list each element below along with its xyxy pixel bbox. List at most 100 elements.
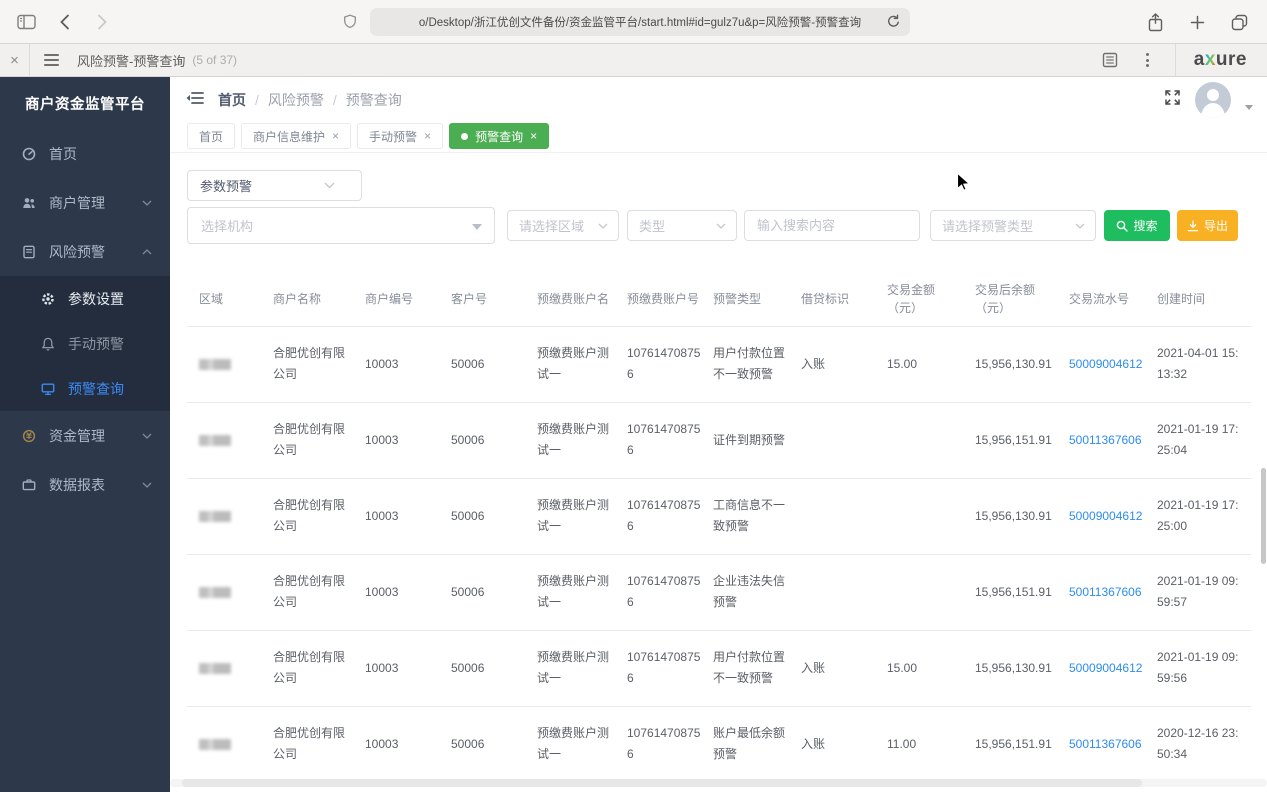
- app-title: 商户资金监管平台: [25, 96, 145, 113]
- sidebar-item-data-reports[interactable]: 数据报表: [0, 460, 170, 509]
- breadcrumb-query[interactable]: 预警查询: [346, 90, 402, 110]
- search-input-wrap: [744, 210, 920, 241]
- cell-created: 2020-12-16 23:50:34: [1157, 706, 1251, 783]
- cell-warning-type: 证件到期预警: [713, 402, 801, 479]
- table-row[interactable]: 合肥优创有限公司 10003 50006 预缴费账户测试一 1076147087…: [187, 478, 1251, 555]
- col-balance: 交易后余额（元）: [975, 272, 1069, 327]
- warning-type-select[interactable]: 请选择预警类型: [930, 210, 1096, 241]
- table-row[interactable]: 合肥优创有限公司 10003 50006 预缴费账户测试一 1076147087…: [187, 630, 1251, 707]
- avatar-caret-icon[interactable]: [1245, 104, 1253, 110]
- chevron-down-icon: [142, 482, 152, 488]
- cell-account-name: 预缴费账户测试一: [537, 554, 627, 631]
- table-row[interactable]: 合肥优创有限公司 10003 50006 预缴费账户测试一 1076147087…: [187, 402, 1251, 479]
- dashboard-icon: [22, 147, 36, 160]
- axure-logo: a x ure: [1174, 43, 1267, 77]
- back-icon[interactable]: [54, 12, 74, 32]
- sidebar-item-fund-mgmt[interactable]: 资金管理: [0, 411, 170, 460]
- close-icon[interactable]: ×: [332, 129, 339, 143]
- serial-link[interactable]: 50011367606: [1069, 585, 1142, 599]
- coin-icon: [22, 429, 36, 442]
- chevron-down-icon: [142, 433, 152, 439]
- address-url: o/Desktop/浙江优创文件备份/资金监管平台/start.html#id=…: [418, 17, 862, 29]
- org-select[interactable]: 选择机构: [187, 207, 495, 244]
- tab-home[interactable]: 首页: [187, 123, 236, 149]
- col-warning-type: 预警类型: [713, 272, 801, 327]
- cell-debit-flag: 入账: [801, 326, 887, 403]
- sidebar-item-home[interactable]: 首页: [0, 129, 170, 178]
- serial-link[interactable]: 50009004612: [1069, 509, 1142, 523]
- region-select[interactable]: 请选择区域: [507, 210, 619, 241]
- vertical-scrollbar[interactable]: [1261, 468, 1266, 564]
- console-icon[interactable]: [1100, 50, 1120, 70]
- search-button[interactable]: 搜索: [1104, 210, 1170, 241]
- col-region: 区域: [187, 272, 273, 327]
- table-row[interactable]: 合肥优创有限公司 10003 50006 预缴费账户测试一 1076147087…: [187, 326, 1251, 403]
- cell-balance: 15,956,151.91: [975, 554, 1069, 631]
- cell-balance: 15,956,151.91: [975, 706, 1069, 783]
- col-customer-no: 客户号: [451, 272, 537, 327]
- close-icon[interactable]: ×: [530, 129, 537, 143]
- cell-balance: 15,956,151.91: [975, 402, 1069, 479]
- cell-account-no: 107614708756: [627, 326, 713, 403]
- axure-close-button[interactable]: ×: [0, 43, 30, 77]
- kebab-menu-icon[interactable]: [1145, 53, 1149, 67]
- cell-merchant-name: 合肥优创有限公司: [273, 554, 365, 631]
- cell-debit-flag: 入账: [801, 706, 887, 783]
- cell-account-name: 预缴费账户测试一: [537, 402, 627, 479]
- briefcase-icon: [22, 478, 36, 490]
- sidebar-panel-icon[interactable]: [16, 12, 36, 32]
- serial-link[interactable]: 50011367606: [1069, 737, 1142, 751]
- cell-balance: 15,956,130.91: [975, 326, 1069, 403]
- sidebar-item-risk-warning[interactable]: 风险预警: [0, 227, 170, 276]
- table-row[interactable]: 合肥优创有限公司 10003 50006 预缴费账户测试一 1076147087…: [187, 706, 1251, 783]
- type-select[interactable]: 类型: [627, 210, 737, 241]
- cell-created: 2021-01-19 17:25:04: [1157, 402, 1251, 479]
- breadcrumb-risk[interactable]: 风险预警: [268, 90, 324, 110]
- sidebar-item-warning-query[interactable]: 预警查询: [0, 366, 170, 411]
- shield-icon: [340, 12, 360, 32]
- cell-serial: 50009004612: [1069, 478, 1157, 555]
- cell-merchant-no: 10003: [365, 706, 451, 783]
- tab-overview-icon[interactable]: [1229, 12, 1249, 32]
- close-icon[interactable]: ×: [424, 129, 431, 143]
- col-account-no: 预缴费账户号: [627, 272, 713, 327]
- serial-link[interactable]: 50009004612: [1069, 357, 1142, 371]
- share-icon[interactable]: [1145, 12, 1165, 32]
- sidebar-item-param-settings[interactable]: 参数设置: [0, 276, 170, 321]
- search-input[interactable]: [745, 211, 919, 240]
- warning-mode-select[interactable]: 参数预警: [187, 170, 362, 201]
- table-header-row: 区域 商户名称 商户编号 客户号 预缴费账户名 预缴费账户号 预警类型 借贷标识…: [187, 272, 1251, 327]
- cell-serial: 50011367606: [1069, 554, 1157, 631]
- sidebar-item-merchant-mgmt[interactable]: 商户管理: [0, 178, 170, 227]
- horizontal-scrollbar[interactable]: [170, 779, 1267, 787]
- reload-icon[interactable]: [886, 14, 901, 34]
- breadcrumb-home[interactable]: 首页: [218, 90, 246, 110]
- export-button[interactable]: 导出: [1177, 210, 1238, 241]
- axure-pages-menu-icon[interactable]: [44, 54, 59, 66]
- table-row[interactable]: 合肥优创有限公司 10003 50006 预缴费账户测试一 1076147087…: [187, 554, 1251, 631]
- address-bar[interactable]: o/Desktop/浙江优创文件备份/资金监管平台/start.html#id=…: [370, 8, 910, 36]
- serial-link[interactable]: 50009004612: [1069, 661, 1142, 675]
- monitor-icon: [41, 383, 55, 395]
- cell-merchant-no: 10003: [365, 630, 451, 707]
- cell-customer-no: 50006: [451, 402, 537, 479]
- menu-fold-icon[interactable]: [186, 91, 204, 110]
- cell-region: [187, 478, 273, 555]
- tab-warning-query[interactable]: 预警查询 ×: [449, 123, 550, 149]
- sidebar: 商户资金监管平台 首页 商户管理 风险预警 参数设置 手动预警 预警查询 资金管…: [0, 77, 170, 792]
- cell-region: [187, 402, 273, 479]
- tab-manual-warning[interactable]: 手动预警 ×: [357, 123, 444, 149]
- document-icon: [23, 245, 35, 258]
- cell-created: 2021-01-19 17:25:00: [1157, 478, 1251, 555]
- fullscreen-icon[interactable]: [1164, 89, 1181, 111]
- cell-debit-flag: [801, 402, 887, 479]
- bell-icon: [41, 337, 55, 351]
- tab-merchant-info[interactable]: 商户信息维护 ×: [241, 123, 352, 149]
- cell-debit-flag: [801, 478, 887, 555]
- new-tab-icon[interactable]: [1187, 12, 1207, 32]
- sidebar-item-manual-warning[interactable]: 手动预警: [0, 321, 170, 366]
- avatar[interactable]: [1195, 82, 1231, 118]
- region-redacted-blur: [199, 662, 231, 674]
- serial-link[interactable]: 50011367606: [1069, 433, 1142, 447]
- region-redacted-blur: [199, 586, 231, 598]
